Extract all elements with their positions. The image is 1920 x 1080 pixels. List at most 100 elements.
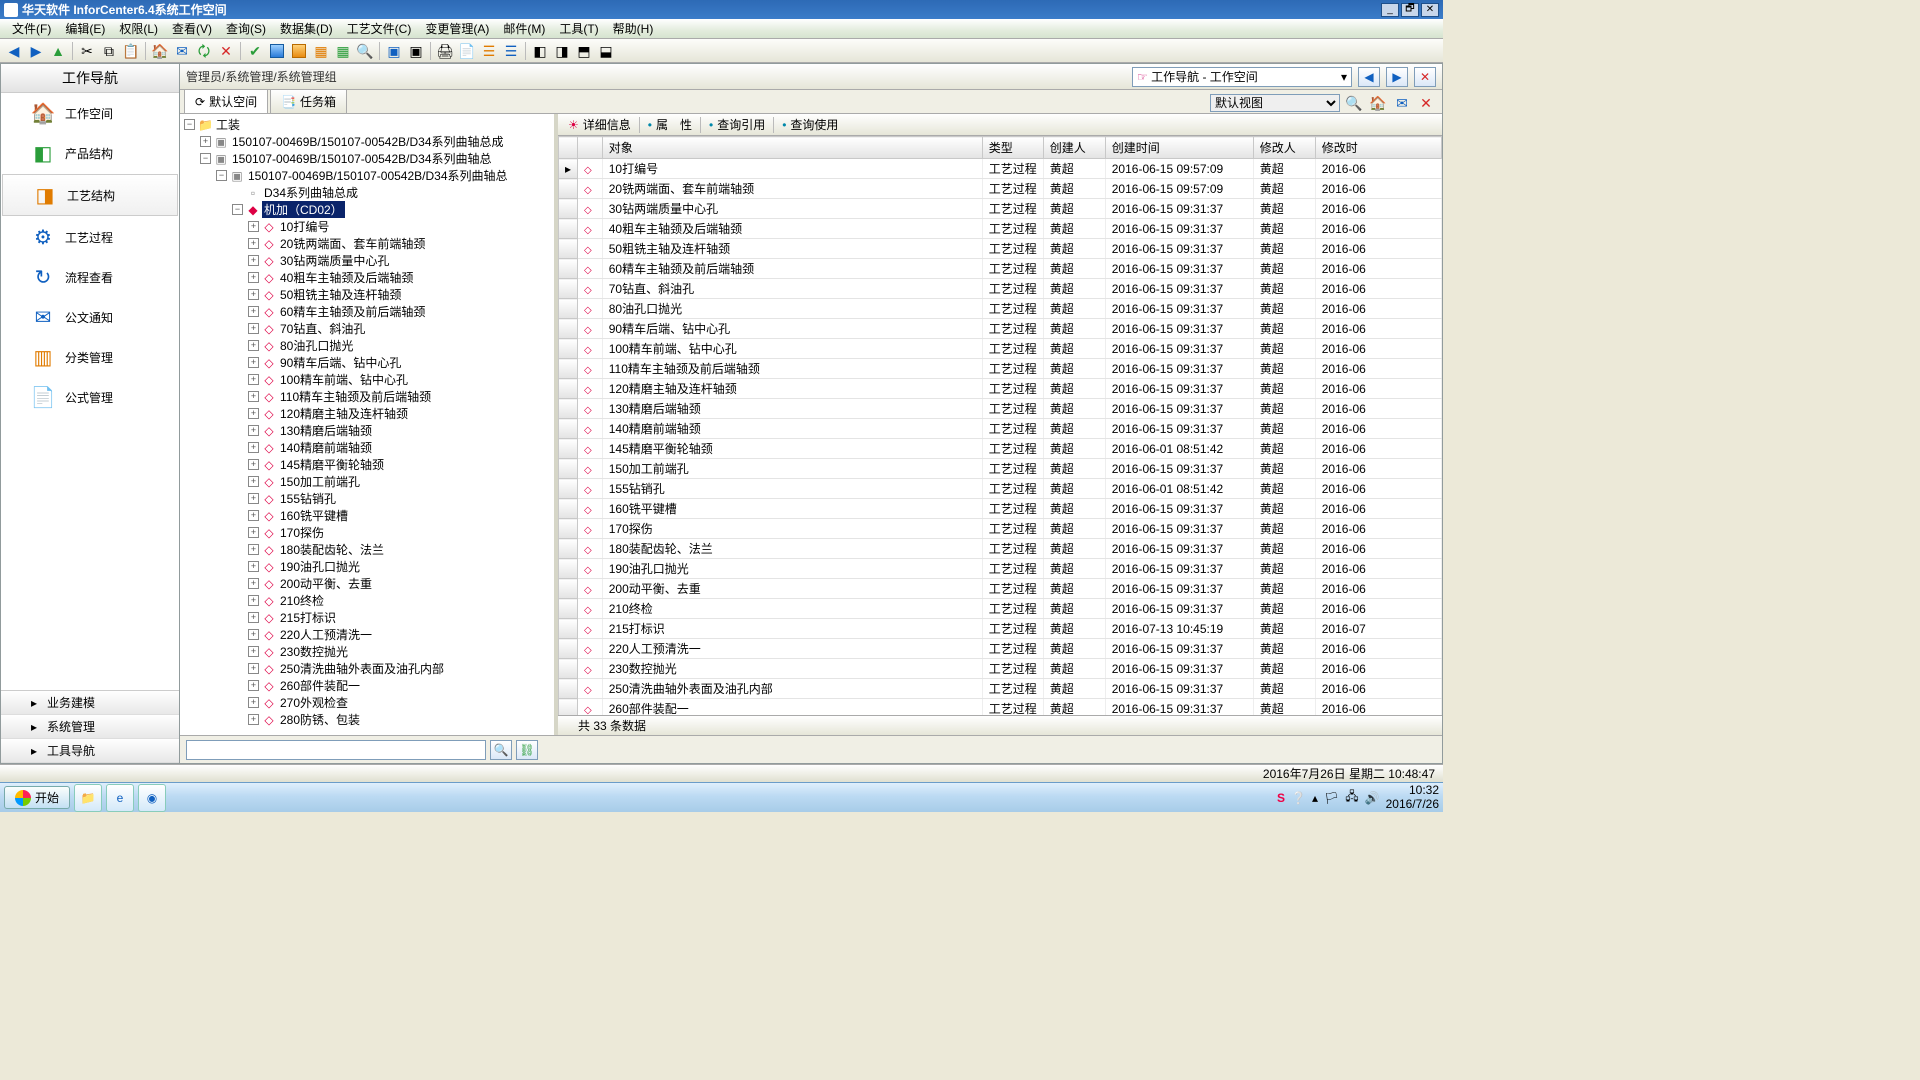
tree-node[interactable]: +◇220人工预清洗一 xyxy=(180,626,554,643)
nav-back-button[interactable]: ◀ xyxy=(1358,67,1380,87)
table-row[interactable]: ◇260部件装配一工艺过程黄超2016-06-15 09:31:37黄超2016… xyxy=(559,699,1442,716)
nav-item-1[interactable]: ◧产品结构 xyxy=(1,133,179,173)
detail-tab-0[interactable]: ☀详细信息 xyxy=(562,114,637,135)
nav-select[interactable]: ☞ 工作导航 - 工作空间 ▾ xyxy=(1132,67,1352,87)
tree-node[interactable]: +◇250清洗曲轴外表面及油孔内部 xyxy=(180,660,554,677)
tree-panel[interactable]: −📁工装+▣150107-00469B/150107-00542B/D34系列曲… xyxy=(180,114,558,735)
expand-icon[interactable]: + xyxy=(248,255,259,266)
expand-icon[interactable]: + xyxy=(248,272,259,283)
expand-icon[interactable]: + xyxy=(248,391,259,402)
nav-item-4[interactable]: ↻流程查看 xyxy=(1,257,179,297)
table-row[interactable]: ◇250清洗曲轴外表面及油孔内部工艺过程黄超2016-06-15 09:31:3… xyxy=(559,679,1442,699)
tool-3-icon[interactable]: ▦ xyxy=(311,41,331,61)
tree-node[interactable]: +◇10打编号 xyxy=(180,218,554,235)
col-header-4[interactable]: 修改人 xyxy=(1253,137,1315,159)
table-row[interactable]: ◇170探伤工艺过程黄超2016-06-15 09:31:37黄超2016-06 xyxy=(559,519,1442,539)
tree-node[interactable]: +◇145精磨平衡轮轴颈 xyxy=(180,456,554,473)
print-icon[interactable]: 🖨 xyxy=(435,41,455,61)
menu-item-2[interactable]: 权限(L) xyxy=(113,18,164,39)
menu-item-0[interactable]: 文件(F) xyxy=(6,18,57,39)
menu-item-3[interactable]: 查看(V) xyxy=(166,18,218,39)
tree-node[interactable]: +◇190油孔口抛光 xyxy=(180,558,554,575)
view-mail-icon[interactable]: ✉ xyxy=(1392,93,1412,113)
tree-node[interactable]: −▣150107-00469B/150107-00542B/D34系列曲轴总 xyxy=(180,167,554,184)
tree-node[interactable]: +◇170探伤 xyxy=(180,524,554,541)
expand-icon[interactable]: + xyxy=(248,425,259,436)
search-input[interactable] xyxy=(186,740,486,760)
tool-12-icon[interactable]: ⬒ xyxy=(574,41,594,61)
tray-chevron-icon[interactable]: ▴ xyxy=(1312,791,1318,805)
nav-item-2[interactable]: ◨工艺结构 xyxy=(2,174,178,216)
nav-item-0[interactable]: 🏠工作空间 xyxy=(1,93,179,133)
col-header-5[interactable]: 修改时 xyxy=(1315,137,1441,159)
col-header-1[interactable]: 类型 xyxy=(982,137,1043,159)
tree-node[interactable]: +◇180装配齿轮、法兰 xyxy=(180,541,554,558)
nav-footer-0[interactable]: 业务建模 xyxy=(1,691,179,715)
tree-node[interactable]: +◇215打标识 xyxy=(180,609,554,626)
table-row[interactable]: ◇155钻销孔工艺过程黄超2016-06-01 08:51:42黄超2016-0… xyxy=(559,479,1442,499)
tree-node[interactable]: +◇150加工前端孔 xyxy=(180,473,554,490)
tab-0[interactable]: ⟳默认空间 xyxy=(184,89,268,113)
tray-sogou-icon[interactable]: S xyxy=(1277,791,1285,805)
expand-icon[interactable]: + xyxy=(248,578,259,589)
nav-item-6[interactable]: ▥分类管理 xyxy=(1,337,179,377)
paste-icon[interactable]: 📋 xyxy=(121,41,141,61)
detail-tab-1[interactable]: •属 性 xyxy=(642,114,698,135)
minimize-button[interactable]: _ xyxy=(1381,3,1399,17)
tool-6-icon[interactable]: ▣ xyxy=(406,41,426,61)
nav-footer-1[interactable]: 系统管理 xyxy=(1,715,179,739)
restore-button[interactable]: 🗗 xyxy=(1401,3,1419,17)
table-row[interactable]: ◇210终检工艺过程黄超2016-06-15 09:31:37黄超2016-06 xyxy=(559,599,1442,619)
tool-7-icon[interactable]: 📄 xyxy=(457,41,477,61)
tray-flag-icon[interactable]: 🏳 xyxy=(1324,791,1339,805)
expand-icon[interactable]: − xyxy=(184,119,195,130)
expand-icon[interactable]: + xyxy=(248,612,259,623)
tree-node[interactable]: −◆机加（CD02） xyxy=(180,201,554,218)
expand-icon[interactable]: + xyxy=(248,697,259,708)
table-row[interactable]: ◇60精车主轴颈及前后端轴颈工艺过程黄超2016-06-15 09:31:37黄… xyxy=(559,259,1442,279)
taskbar-explorer-icon[interactable]: 📁 xyxy=(74,784,102,812)
tree-node[interactable]: +◇270外观检查 xyxy=(180,694,554,711)
table-row[interactable]: ◇110精车主轴颈及前后端轴颈工艺过程黄超2016-06-15 09:31:37… xyxy=(559,359,1442,379)
expand-icon[interactable]: + xyxy=(248,646,259,657)
table-row[interactable]: ◇120精磨主轴及连杆轴颈工艺过程黄超2016-06-15 09:31:37黄超… xyxy=(559,379,1442,399)
tool-13-icon[interactable]: ⬓ xyxy=(596,41,616,61)
table-row[interactable]: ◇230数控抛光工艺过程黄超2016-06-15 09:31:37黄超2016-… xyxy=(559,659,1442,679)
tree-node[interactable]: +▣150107-00469B/150107-00542B/D34系列曲轴总成 xyxy=(180,133,554,150)
menu-item-1[interactable]: 编辑(E) xyxy=(59,18,111,39)
menu-item-8[interactable]: 邮件(M) xyxy=(497,18,551,39)
expand-icon[interactable]: + xyxy=(248,221,259,232)
expand-icon[interactable]: − xyxy=(200,153,211,164)
up-icon[interactable]: ▲ xyxy=(48,41,68,61)
nav-forward-button[interactable]: ▶ xyxy=(1386,67,1408,87)
tree-node[interactable]: +◇120精磨主轴及连杆轴颈 xyxy=(180,405,554,422)
tree-node[interactable]: ▫D34系列曲轴总成 xyxy=(180,184,554,201)
copy-icon[interactable]: ⧉ xyxy=(99,41,119,61)
table-row[interactable]: ◇200动平衡、去重工艺过程黄超2016-06-15 09:31:37黄超201… xyxy=(559,579,1442,599)
cut-icon[interactable]: ✂ xyxy=(77,41,97,61)
tray-volume-icon[interactable]: 🔊 xyxy=(1365,791,1380,805)
table-row[interactable]: ◇145精磨平衡轮轴颈工艺过程黄超2016-06-01 08:51:42黄超20… xyxy=(559,439,1442,459)
tool-8-icon[interactable]: ☰ xyxy=(479,41,499,61)
detail-tab-3[interactable]: •查询使用 xyxy=(776,114,844,135)
table-row[interactable]: ▸◇10打编号工艺过程黄超2016-06-15 09:57:09黄超2016-0… xyxy=(559,159,1442,179)
tree-node[interactable]: +◇100精车前端、钻中心孔 xyxy=(180,371,554,388)
tree-node[interactable]: +◇200动平衡、去重 xyxy=(180,575,554,592)
taskbar-app-icon[interactable]: ◉ xyxy=(138,784,166,812)
nav-item-7[interactable]: 📄公式管理 xyxy=(1,377,179,417)
expand-icon[interactable]: + xyxy=(248,476,259,487)
table-row[interactable]: ◇50粗铣主轴及连杆轴颈工艺过程黄超2016-06-15 09:31:37黄超2… xyxy=(559,239,1442,259)
expand-icon[interactable]: + xyxy=(248,408,259,419)
col-header-0[interactable]: 对象 xyxy=(602,137,982,159)
expand-icon[interactable]: + xyxy=(248,289,259,300)
tree-node[interactable]: +◇210终检 xyxy=(180,592,554,609)
tree-node[interactable]: +◇140精磨前端轴颈 xyxy=(180,439,554,456)
table-row[interactable]: ◇130精磨后端轴颈工艺过程黄超2016-06-15 09:31:37黄超201… xyxy=(559,399,1442,419)
nav-item-5[interactable]: ✉公文通知 xyxy=(1,297,179,337)
tree-node[interactable]: +◇50粗铣主轴及连杆轴颈 xyxy=(180,286,554,303)
menu-item-10[interactable]: 帮助(H) xyxy=(607,18,660,39)
expand-icon[interactable]: + xyxy=(248,510,259,521)
search-icon[interactable]: 🔍 xyxy=(355,41,375,61)
expand-icon[interactable]: + xyxy=(248,527,259,538)
tree-node[interactable]: +◇110精车主轴颈及前后端轴颈 xyxy=(180,388,554,405)
